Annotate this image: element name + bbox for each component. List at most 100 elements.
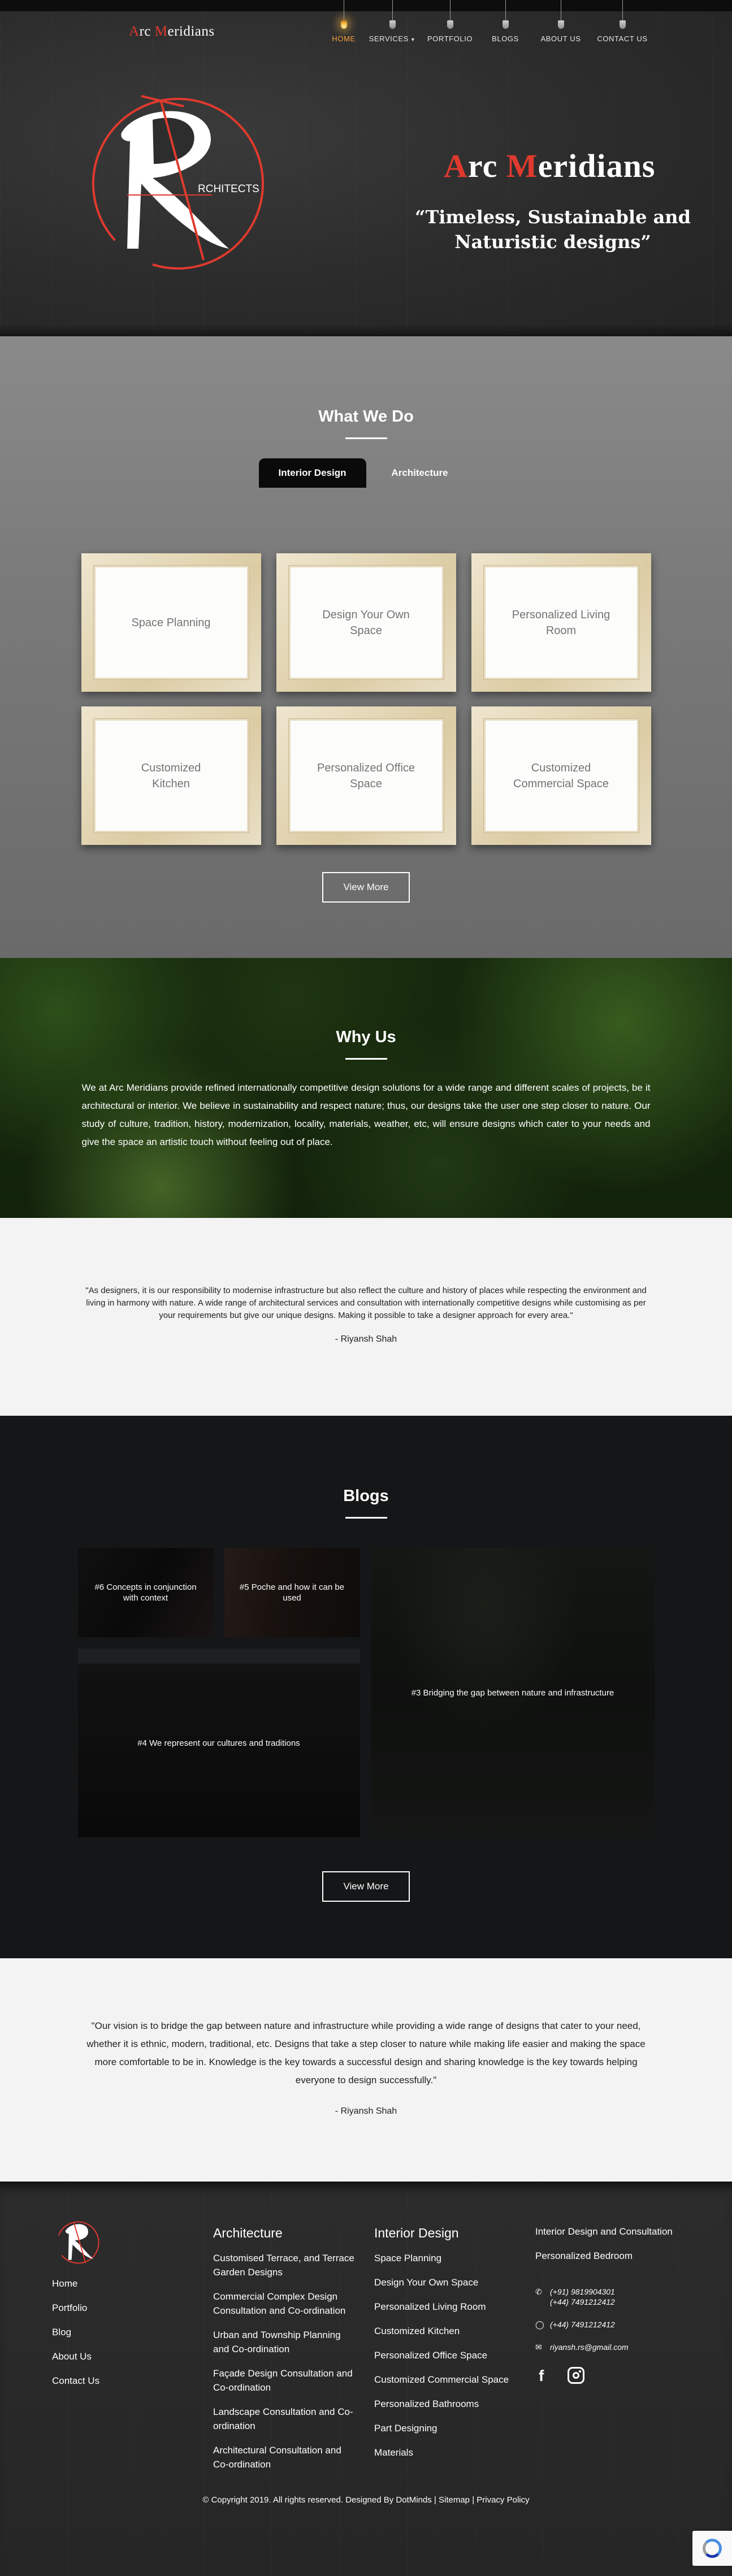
nav-services[interactable]: SERVICES ▼: [361, 0, 424, 43]
lamp-icon: [619, 20, 626, 29]
service-tiles: Space Planning Design Your Own Space Per…: [0, 553, 732, 845]
footer-interior-link[interactable]: Customized Kitchen: [374, 2324, 527, 2338]
footer-col-main: Home Portfolio Blog About Us Contact Us: [52, 2214, 106, 2387]
service-tile[interactable]: Personalized Living Room: [471, 553, 651, 692]
why-us-title: Why Us: [336, 1028, 396, 1046]
hero-title-m: M: [506, 148, 538, 184]
nav-contact-us[interactable]: CONTACT US: [587, 0, 658, 43]
hero-title-a: A: [444, 148, 468, 184]
hero-tagline: “Timeless, Sustainable and Naturistic de…: [415, 206, 691, 253]
recaptcha-badge[interactable]: [692, 2531, 732, 2566]
brand-rest: eridians: [167, 24, 215, 39]
main-nav: HOME SERVICES ▼ PORTFOLIO BLOGS ABOUT US …: [327, 0, 658, 43]
brand-letter-m: M: [154, 24, 168, 39]
mail-icon: ✉: [535, 2343, 542, 2352]
blogs-view-more-button[interactable]: View More: [322, 1871, 410, 1902]
nav-portfolio[interactable]: PORTFOLIO: [424, 0, 476, 43]
footer-link-blog[interactable]: Blog: [52, 2326, 106, 2338]
email-link[interactable]: riyansh.rs@gmail.com: [550, 2342, 629, 2352]
footer-architecture-links: Customised Terrace, and Terrace Garden D…: [213, 2251, 357, 2471]
nav-about-us[interactable]: ABOUT US: [535, 0, 587, 43]
footer-links: Home Portfolio Blog About Us Contact Us: [52, 2278, 106, 2387]
quote-text: "As designers, it is our responsibility …: [85, 1286, 647, 1320]
email-block: ✉ riyansh.rs@gmail.com: [535, 2342, 677, 2352]
whatsapp-number[interactable]: (+44) 7491212412: [550, 2319, 615, 2330]
phone-number-2[interactable]: (+44) 7491212412: [550, 2297, 615, 2307]
footer-interior-title: Interior Design: [374, 2226, 459, 2240]
hero-shadow: [0, 324, 732, 336]
footer-arch-link[interactable]: Commercial Complex Design Consultation a…: [213, 2289, 357, 2318]
recaptcha-icon: [703, 2539, 722, 2558]
facebook-icon[interactable]: f: [539, 2367, 544, 2387]
service-tile[interactable]: Personalized Office Space: [276, 706, 456, 845]
footer-link-contact[interactable]: Contact Us: [52, 2375, 106, 2387]
tile-label: Design Your Own Space: [288, 566, 444, 679]
whatsapp-line: ◯ (+44) 7491212412: [535, 2319, 677, 2330]
blog-card[interactable]: #3 Bridging the gap between nature and i…: [371, 1548, 655, 1837]
lamp-cord: [449, 0, 451, 20]
instagram-icon[interactable]: [568, 2367, 585, 2387]
phone-number-1[interactable]: (+91) 9819904301: [550, 2287, 615, 2297]
footer-link-home[interactable]: Home: [52, 2278, 106, 2289]
tab-architecture[interactable]: Architecture: [366, 458, 474, 488]
nav-blogs[interactable]: BLOGS: [476, 0, 535, 43]
service-tile[interactable]: Customized Kitchen: [81, 706, 261, 845]
brand-logo-text[interactable]: Arc Meridians: [129, 24, 215, 40]
footer-arch-link[interactable]: Landscape Consultation and Co-ordination: [213, 2405, 357, 2433]
title-underline: [345, 1517, 387, 1519]
footer-interior-link[interactable]: Materials: [374, 2445, 527, 2460]
title-underline: [345, 437, 387, 439]
nav-home-label: HOME: [332, 34, 356, 43]
service-tile[interactable]: Design Your Own Space: [276, 553, 456, 692]
service-tabs: Interior Design Architecture: [0, 458, 732, 488]
footer: Home Portfolio Blog About Us Contact Us …: [0, 2182, 732, 2576]
phone-block: ✆ (+91) 9819904301 (+44) 7491212412: [535, 2287, 677, 2307]
blog-card[interactable]: #6 Concepts in conjunction with context: [77, 1548, 214, 1637]
footer-interior-link[interactable]: Design Your Own Space: [374, 2275, 527, 2289]
lamp-cord: [622, 0, 623, 20]
hero-section: Arc Meridians HOME SERVICES ▼ PORTFOLIO B…: [0, 0, 732, 336]
nav-blogs-label: BLOGS: [492, 34, 519, 43]
social-links: f: [535, 2367, 677, 2387]
footer-col-architecture: Architecture Customised Terrace, and Ter…: [213, 2214, 357, 2471]
footer-interior-link[interactable]: Personalized Bathrooms: [374, 2397, 527, 2411]
blog-card-title: #3 Bridging the gap between nature and i…: [411, 1688, 614, 1698]
blogs-title: Blogs: [343, 1487, 389, 1505]
blog-card-title: #6 Concepts in conjunction with context: [94, 1582, 197, 1603]
footer-arch-link[interactable]: Architectural Consultation and Co-ordina…: [213, 2443, 357, 2471]
nav-contact-label: CONTACT US: [597, 34, 648, 43]
footer-arch-link[interactable]: Façade Design Consultation and Co-ordina…: [213, 2366, 357, 2395]
phone-icon: ✆: [535, 2287, 542, 2296]
footer-interior-link[interactable]: Customized Commercial Space: [374, 2373, 527, 2387]
footer-link-portfolio[interactable]: Portfolio: [52, 2302, 106, 2314]
blog-card[interactable]: #5 Poche and how it can be used: [224, 1548, 360, 1637]
service-tile[interactable]: Customized Commercial Space: [471, 706, 651, 845]
footer-interior-link[interactable]: Personalized Living Room: [374, 2300, 527, 2314]
footer-arch-link[interactable]: Customised Terrace, and Terrace Garden D…: [213, 2251, 357, 2279]
footer-col-interior: Interior Design Space Planning Design Yo…: [374, 2214, 527, 2460]
lamp-cord: [392, 0, 393, 20]
footer-interior-link[interactable]: Part Designing: [374, 2421, 527, 2435]
services-view-more-button[interactable]: View More: [322, 872, 410, 903]
footer-link-interior-consultation[interactable]: Interior Design and Consultation: [535, 2224, 677, 2239]
footer-link-about[interactable]: About Us: [52, 2351, 106, 2362]
service-tile[interactable]: Space Planning: [81, 553, 261, 692]
footer-interior-links: Space Planning Design Your Own Space Per…: [374, 2251, 527, 2460]
tile-label: Customized Commercial Space: [483, 719, 639, 832]
footer-interior-link[interactable]: Personalized Office Space: [374, 2348, 527, 2362]
quote-text: "Our vision is to bridge the gap between…: [86, 2020, 646, 2085]
footer-logo[interactable]: [52, 2214, 106, 2269]
nav-home[interactable]: HOME: [327, 0, 361, 43]
blog-card[interactable]: #4 We represent our cultures and traditi…: [77, 1649, 360, 1837]
nav-portfolio-label: PORTFOLIO: [427, 34, 473, 43]
brand-letter-a: A: [129, 24, 140, 39]
tab-interior-design[interactable]: Interior Design: [258, 458, 366, 488]
nav-services-text: SERVICES: [369, 34, 409, 43]
footer-architecture-title: Architecture: [213, 2226, 283, 2240]
lamp-cord: [505, 0, 506, 20]
footer-arch-link[interactable]: Urban and Township Planning and Co-ordin…: [213, 2328, 357, 2356]
footer-interior-link[interactable]: Space Planning: [374, 2251, 527, 2265]
tile-label: Personalized Living Room: [483, 566, 639, 679]
why-us-text: We at Arc Meridians provide refined inte…: [81, 1082, 651, 1147]
footer-link-bedroom[interactable]: Personalized Bedroom: [535, 2249, 677, 2263]
